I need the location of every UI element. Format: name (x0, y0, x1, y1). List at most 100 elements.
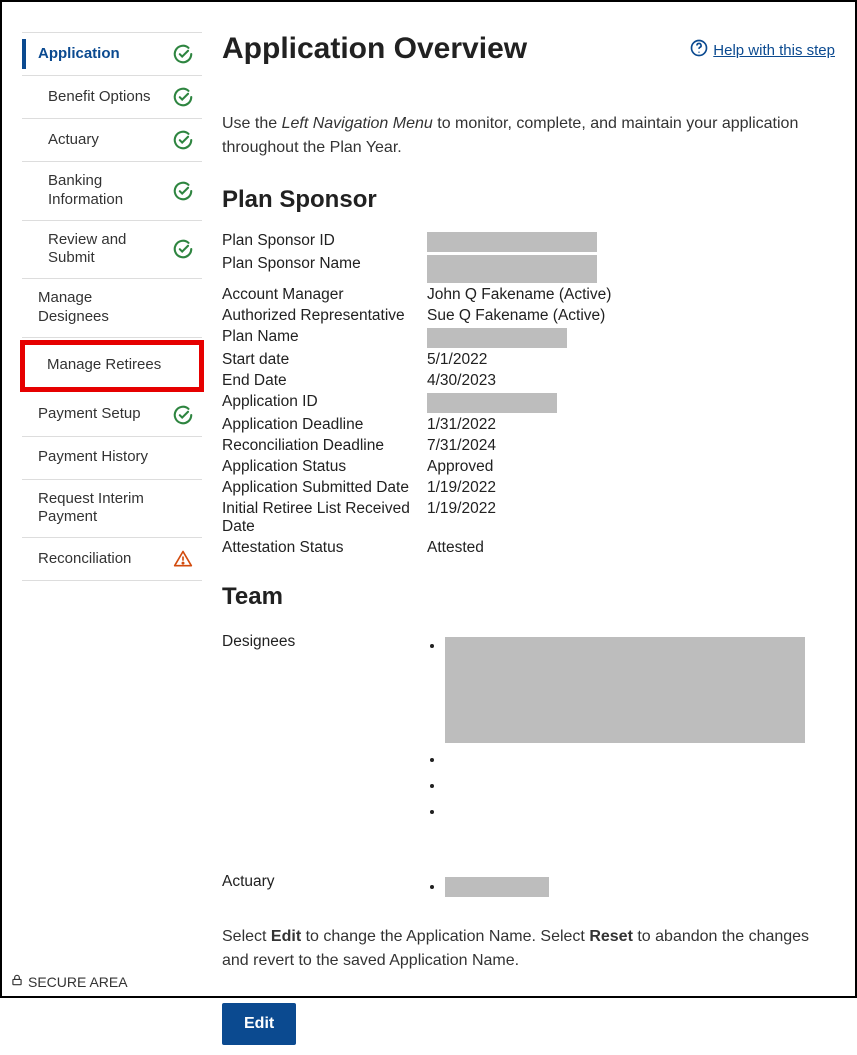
kv-value (427, 255, 597, 283)
kv-key: Plan Name (222, 328, 427, 346)
sidebar-item-request-interim-payment[interactable]: Request Interim Payment (22, 480, 202, 539)
kv-key: Account Manager (222, 286, 427, 304)
kv-row: Account ManagerJohn Q Fakename (Active) (222, 286, 835, 304)
redacted-block (427, 393, 557, 413)
team-heading: Team (222, 583, 835, 611)
sidebar-item-actuary[interactable]: Actuary (22, 119, 202, 162)
help-icon (689, 38, 709, 62)
kv-value: 1/31/2022 (427, 416, 496, 434)
redacted-block (427, 328, 567, 348)
sidebar-item-label: Payment History (38, 448, 172, 467)
kv-value (427, 328, 567, 348)
secure-label: SECURE AREA (28, 974, 128, 990)
check-icon (172, 404, 194, 426)
sidebar-item-label: Manage Retirees (47, 356, 169, 375)
redacted-block (445, 637, 805, 743)
check-icon (172, 86, 194, 108)
sidebar-item-payment-history[interactable]: Payment History (22, 437, 202, 480)
page-title: Application Overview (222, 32, 527, 66)
sidebar-item-label: Payment Setup (38, 405, 172, 424)
sidebar-item-label: Application (38, 45, 172, 64)
redacted-block (445, 877, 549, 897)
kv-row: Application ID (222, 393, 835, 413)
kv-key: Application ID (222, 393, 427, 411)
lock-icon (10, 973, 24, 990)
sidebar-item-label: Banking Information (48, 172, 172, 210)
check-icon (172, 43, 194, 65)
redacted-block (427, 232, 597, 252)
kv-value: Approved (427, 458, 493, 476)
kv-row: Reconciliation Deadline7/31/2024 (222, 437, 835, 455)
list-item (445, 803, 805, 821)
sidebar-item-label: Manage Designees (38, 289, 172, 327)
kv-row: Start date5/1/2022 (222, 351, 835, 369)
no-icon (172, 297, 194, 319)
help-link[interactable]: Help with this step (689, 38, 835, 62)
check-icon (172, 129, 194, 151)
list-item (445, 751, 805, 769)
kv-row: Plan Sponsor ID (222, 232, 835, 252)
kv-key: Application Deadline (222, 416, 427, 434)
kv-value: 5/1/2022 (427, 351, 487, 369)
kv-row: Plan Name (222, 328, 835, 348)
kv-row: Attestation StatusAttested (222, 539, 835, 557)
kv-key: Reconciliation Deadline (222, 437, 427, 455)
kv-key: Authorized Representative (222, 307, 427, 325)
sidebar-item-manage-designees[interactable]: Manage Designees (22, 279, 202, 338)
sidebar-item-label: Actuary (48, 131, 172, 150)
actuary-label: Actuary (222, 869, 427, 891)
sidebar-item-label: Reconciliation (38, 550, 172, 569)
sidebar-item-application[interactable]: Application (22, 32, 202, 76)
list-item (445, 877, 549, 897)
check-icon (172, 180, 194, 202)
sidebar-item-payment-setup[interactable]: Payment Setup (22, 394, 202, 437)
sidebar-item-banking-information[interactable]: Banking Information (22, 162, 202, 221)
warning-icon (172, 548, 194, 570)
kv-row: Application Submitted Date1/19/2022 (222, 479, 835, 497)
kv-key: Plan Sponsor ID (222, 232, 427, 250)
sidebar-item-label: Request Interim Payment (38, 490, 172, 528)
intro-text: Use the Left Navigation Menu to monitor,… (222, 112, 835, 160)
edit-note: Select Edit to change the Application Na… (222, 925, 835, 973)
sidebar-item-benefit-options[interactable]: Benefit Options (22, 76, 202, 119)
kv-row: End Date4/30/2023 (222, 372, 835, 390)
plan-sponsor-heading: Plan Sponsor (222, 186, 835, 214)
plan-sponsor-table: Plan Sponsor ID Plan Sponsor Name Account … (222, 232, 835, 557)
list-item (445, 637, 805, 743)
sidebar-item-reconciliation[interactable]: Reconciliation (22, 538, 202, 581)
sidebar: Application Benefit Options Actuary Banking… (12, 32, 202, 1045)
kv-value: Sue Q Fakename (Active) (427, 307, 605, 325)
kv-row: Application StatusApproved (222, 458, 835, 476)
sidebar-item-manage-retirees[interactable]: Manage Retirees (20, 340, 204, 392)
no-icon (172, 447, 194, 469)
kv-value (427, 393, 557, 413)
sidebar-item-label: Review and Submit (48, 231, 172, 269)
designees-label: Designees (222, 629, 427, 651)
kv-key: Plan Sponsor Name (222, 255, 427, 273)
designees-row: Designees (222, 629, 835, 829)
kv-value: 1/19/2022 (427, 479, 496, 497)
check-icon (172, 238, 194, 260)
actuary-row: Actuary (222, 869, 835, 905)
kv-key: End Date (222, 372, 427, 390)
kv-key: Start date (222, 351, 427, 369)
kv-value: 4/30/2023 (427, 372, 496, 390)
designees-list (427, 629, 805, 829)
list-item (445, 777, 805, 795)
kv-value: John Q Fakename (Active) (427, 286, 611, 304)
kv-key: Initial Retiree List Received Date (222, 500, 427, 536)
kv-row: Authorized RepresentativeSue Q Fakename … (222, 307, 835, 325)
redacted-block (427, 255, 597, 283)
kv-value: 7/31/2024 (427, 437, 496, 455)
kv-key: Attestation Status (222, 539, 427, 557)
main-content: Application Overview Help with this step… (222, 32, 835, 1045)
kv-value: Attested (427, 539, 484, 557)
kv-key: Application Status (222, 458, 427, 476)
kv-key: Application Submitted Date (222, 479, 427, 497)
no-icon (172, 497, 194, 519)
kv-value: 1/19/2022 (427, 500, 496, 518)
sidebar-item-review-and-submit[interactable]: Review and Submit (22, 221, 202, 280)
no-icon (169, 355, 191, 377)
edit-button[interactable]: Edit (222, 1003, 296, 1045)
kv-row: Application Deadline1/31/2022 (222, 416, 835, 434)
